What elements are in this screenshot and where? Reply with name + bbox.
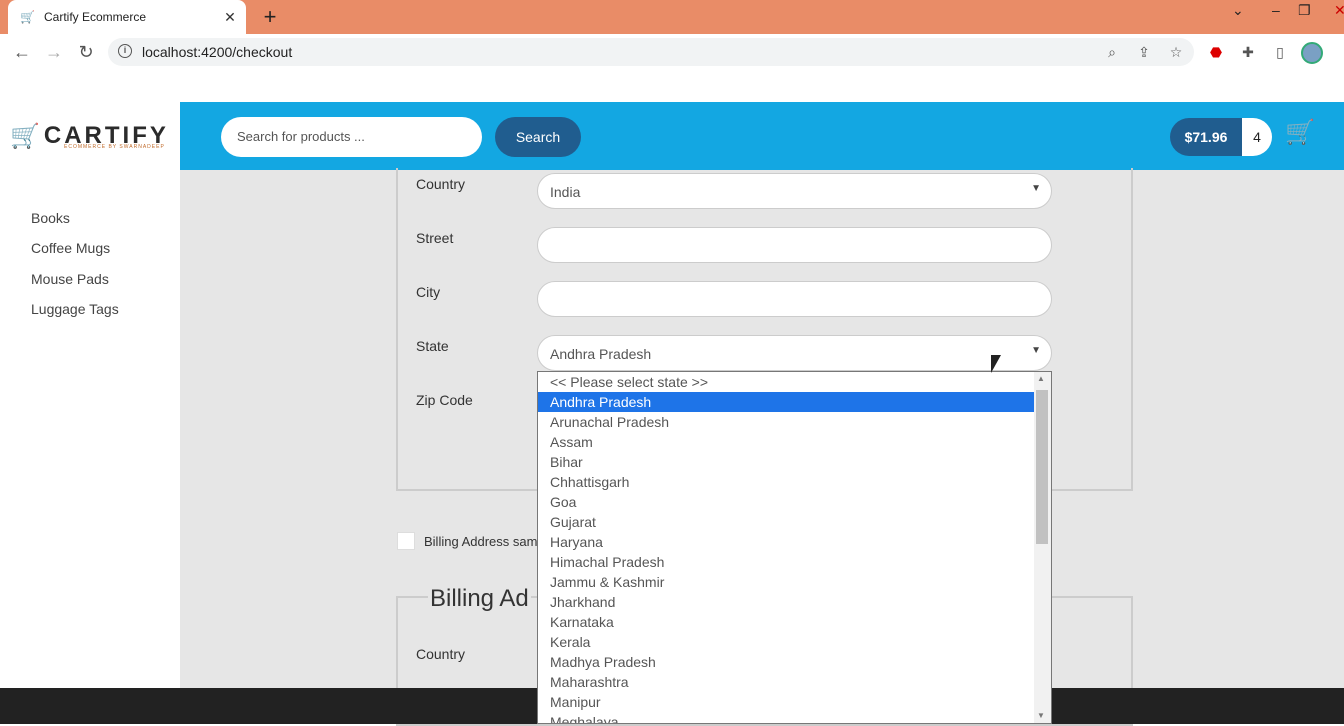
state-option[interactable]: Goa — [538, 492, 1034, 512]
brand-tagline: ECOMMERCE BY SWARNADEEP — [64, 144, 165, 150]
tab-search-icon[interactable]: ⌄ — [1232, 2, 1244, 19]
side-panel-icon[interactable]: ▯ — [1270, 42, 1290, 62]
billing-address-title: Billing Ad — [428, 585, 531, 613]
state-option[interactable]: Jammu & Kashmir — [538, 572, 1034, 592]
state-option[interactable]: Chhattisgarh — [538, 472, 1034, 492]
state-option[interactable]: Meghalaya — [538, 712, 1034, 723]
dropdown-scrollbar[interactable]: ▲ ▼ — [1034, 372, 1051, 723]
restore-icon[interactable]: ❐ — [1298, 2, 1311, 19]
tab-title: Cartify Ecommerce — [44, 10, 147, 24]
state-option[interactable]: Madhya Pradesh — [538, 652, 1034, 672]
state-option[interactable]: Jharkhand — [538, 592, 1034, 612]
state-value: Andhra Pradesh — [550, 346, 652, 362]
state-option[interactable]: Gujarat — [538, 512, 1034, 532]
state-option[interactable]: << Please select state >> — [538, 372, 1034, 392]
zip-code-label: Zip Code — [416, 392, 473, 408]
billing-same-checkbox[interactable] — [397, 532, 415, 550]
sidebar-item-books[interactable]: Books — [31, 210, 70, 226]
scrollbar-thumb[interactable] — [1036, 390, 1048, 544]
back-icon[interactable]: ← — [10, 40, 34, 64]
forward-icon[interactable]: → — [42, 40, 66, 64]
state-option[interactable]: Maharashtra — [538, 672, 1034, 692]
scroll-down-icon[interactable]: ▼ — [1037, 711, 1045, 720]
country-value: India — [550, 184, 581, 200]
profile-avatar[interactable] — [1301, 42, 1323, 64]
country-select[interactable]: India ▼ — [537, 173, 1052, 209]
sidebar-item-luggage-tags[interactable]: Luggage Tags — [31, 301, 119, 317]
billing-same-label: Billing Address same — [424, 534, 545, 549]
chevron-down-icon: ▼ — [1031, 345, 1041, 356]
share-icon[interactable]: ⇪ — [1134, 42, 1154, 62]
search-button[interactable]: Search — [495, 117, 581, 157]
state-option[interactable]: Bihar — [538, 452, 1034, 472]
cart-quantity: 4 — [1242, 118, 1272, 156]
billing-country-label: Country — [416, 646, 466, 662]
minimize-icon[interactable]: – — [1272, 2, 1280, 18]
site-info-icon[interactable]: i — [118, 44, 132, 58]
cart-total: $71.96 — [1170, 118, 1242, 156]
state-option[interactable]: Manipur — [538, 692, 1034, 712]
state-option[interactable]: Karnataka — [538, 612, 1034, 632]
state-option[interactable]: Assam — [538, 432, 1034, 452]
city-input[interactable] — [537, 281, 1052, 317]
sidebar-item-mouse-pads[interactable]: Mouse Pads — [31, 271, 109, 287]
zoom-icon[interactable]: ⌕ — [1102, 42, 1122, 62]
close-window-icon[interactable]: ✕ — [1334, 2, 1344, 19]
chevron-down-icon: ▼ — [1031, 183, 1041, 194]
state-option-selected[interactable]: Andhra Pradesh — [538, 392, 1034, 412]
sidebar-item-coffee-mugs[interactable]: Coffee Mugs — [31, 240, 110, 256]
state-option[interactable]: Kerala — [538, 632, 1034, 652]
state-option[interactable]: Himachal Pradesh — [538, 552, 1034, 572]
search-input[interactable]: Search for products ... — [221, 117, 482, 157]
state-dropdown-list[interactable]: << Please select state >> Andhra Pradesh… — [537, 371, 1052, 724]
cart-favicon-icon: 🛒 — [20, 10, 35, 24]
address-bar[interactable]: i localhost:4200/checkout ⌕ ⇪ ☆ — [108, 38, 1194, 66]
new-tab-icon[interactable]: + — [258, 4, 282, 30]
bookmark-star-icon[interactable]: ☆ — [1166, 42, 1186, 62]
site-header: Search for products ... Search $71.96 4 … — [180, 102, 1344, 170]
state-option[interactable]: Arunachal Pradesh — [538, 412, 1034, 432]
cart-logo-icon: 🛒 — [10, 122, 40, 150]
shopping-cart-icon[interactable]: 🛒 — [1285, 118, 1315, 147]
brand-logo[interactable]: 🛒 CARTIFY ECOMMERCE BY SWARNADEEP — [0, 102, 180, 170]
extensions-puzzle-icon[interactable]: ✚ — [1238, 42, 1258, 62]
country-label: Country — [416, 176, 466, 192]
browser-tab[interactable]: 🛒 Cartify Ecommerce ✕ — [8, 0, 246, 34]
menu-dots-icon[interactable]: ⋮ — [1336, 42, 1344, 62]
reload-icon[interactable]: ↻ — [74, 40, 98, 64]
category-sidebar: Books Coffee Mugs Mouse Pads Luggage Tag… — [0, 170, 180, 688]
state-select[interactable]: Andhra Pradesh ▼ — [537, 335, 1052, 371]
state-option[interactable]: Haryana — [538, 532, 1034, 552]
city-label: City — [416, 284, 441, 300]
mouse-pointer-icon — [991, 355, 1001, 373]
close-tab-icon[interactable]: ✕ — [220, 9, 240, 26]
browser-titlebar: 🛒 Cartify Ecommerce ✕ + ⌄ – ❐ ✕ — [0, 0, 1344, 34]
browser-toolbar: ← → ↻ i localhost:4200/checkout ⌕ ⇪ ☆ ⬣ … — [0, 34, 1344, 70]
street-input[interactable] — [537, 227, 1052, 263]
street-label: Street — [416, 230, 454, 246]
state-label: State — [416, 338, 449, 354]
scroll-up-icon[interactable]: ▲ — [1037, 374, 1045, 383]
extension-adblock-icon[interactable]: ⬣ — [1206, 42, 1226, 62]
url-text[interactable]: localhost:4200/checkout — [142, 44, 292, 60]
